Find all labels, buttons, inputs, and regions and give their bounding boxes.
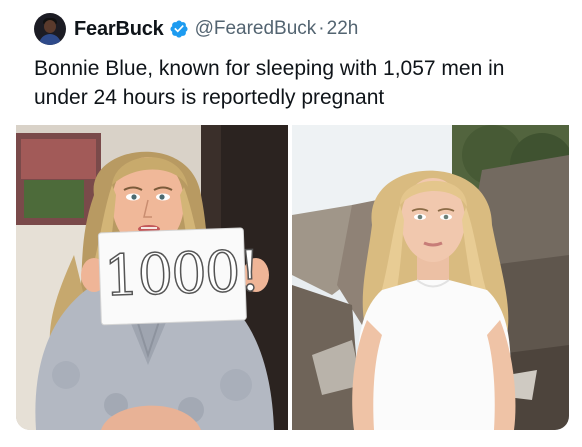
tweet-media[interactable]: 1000! xyxy=(16,125,569,430)
tweet-card[interactable]: FearBuck @FearedBuck · 22h Bonnie Blue, … xyxy=(16,0,569,447)
media-photo-right[interactable] xyxy=(292,125,569,430)
author-handle[interactable]: @FearedBuck xyxy=(195,18,317,40)
tweet-header: FearBuck @FearedBuck · 22h xyxy=(34,12,358,46)
author-avatar[interactable] xyxy=(34,13,66,45)
verified-badge-icon xyxy=(170,20,188,38)
author-name[interactable]: FearBuck xyxy=(74,18,164,41)
tweet-timestamp[interactable]: 22h xyxy=(327,18,359,40)
sign-text: 1000! xyxy=(102,238,261,310)
media-photo-left[interactable]: 1000! xyxy=(16,125,288,430)
time-separator: · xyxy=(318,18,325,39)
tweet-text: Bonnie Blue, known for sleeping with 1,0… xyxy=(34,57,505,109)
